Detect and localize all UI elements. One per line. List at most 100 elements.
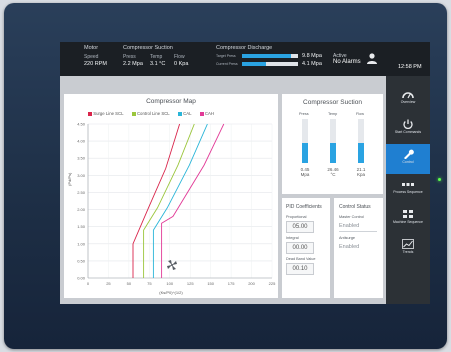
compressor-map-panel: Compressor Map Surge Line SCL Control Li…: [64, 94, 278, 298]
top-status-bar: Motor Speed 220 RPM Compressor Suction P…: [60, 42, 430, 76]
legend-swatch-cah: [199, 111, 204, 116]
target-press-fill: [242, 54, 292, 58]
nav-label-control: Control: [402, 160, 414, 164]
compressor-map-chart[interactable]: 0.00 0.50 1.00 1.50 2.00 2.50 3.00 3.50 4.00 4.50…: [64, 118, 278, 298]
flow-label: Flow: [174, 54, 185, 60]
hmi-screen: Motor Speed 220 RPM Compressor Suction P…: [60, 42, 430, 304]
press-label: Press: [123, 54, 136, 60]
trend-icon: [402, 239, 414, 249]
suction-flow-readout: 21.1 Kpa: [352, 167, 370, 177]
suction-title: Compressor Suction: [303, 99, 362, 106]
press-value: 2.2 Mpa: [123, 61, 143, 67]
compressor-suction-label: Compressor Suction: [123, 45, 173, 51]
chart-y-axis-label: (Pd/Ps): [67, 172, 72, 186]
pid-coefficients-panel: PID Coefficients Proportional 05.00 Inte…: [282, 198, 330, 298]
x-tick-label: 150: [207, 281, 214, 286]
deadband-label: Dead Band Value: [286, 257, 316, 261]
legend-label-surge: Surge Line SCL: [93, 111, 124, 116]
current-press-bar: [242, 62, 298, 66]
nav-item-start-commands[interactable]: Start Commands: [386, 114, 430, 144]
antisurge-value[interactable]: Enabled: [339, 244, 359, 250]
nav-sidebar: Overview Start Commands Control Process …: [386, 76, 430, 304]
current-press-label: Current Press: [216, 62, 238, 66]
master-control-value[interactable]: Enabled: [339, 223, 359, 229]
legend-swatch-cal: [177, 111, 182, 116]
compressor-suction-panel: Compressor Suction Press Temp Flow 0.45 M…: [282, 94, 383, 194]
control-status-title: Control Status: [339, 204, 371, 210]
sequence-icon: [402, 179, 414, 189]
compressor-discharge-label: Compressor Discharge: [216, 45, 273, 51]
clock: 12:58 PM: [398, 64, 422, 70]
master-control-label: Master Control: [339, 215, 364, 219]
temp-label: Temp: [150, 54, 163, 60]
nav-label-start-commands: Start Commands: [394, 130, 422, 134]
series-line-surge-line-scl: [132, 123, 181, 278]
y-tick-label: 1.00: [77, 241, 86, 246]
alarm-value[interactable]: No Alarms: [333, 59, 361, 65]
suction-temp-gauge: [330, 119, 336, 163]
flow-value: 0 Kpa: [174, 61, 189, 67]
chart-legend: Surge Line SCL Control Line SCL CAL CAH: [88, 111, 278, 118]
x-tick-label: 125: [187, 281, 194, 286]
suction-press-label: Press: [299, 112, 309, 116]
nav-item-process-sequence[interactable]: Process Sequence: [386, 174, 430, 204]
y-tick-label: 2.50: [77, 190, 86, 195]
suction-flow-unit: Kpa: [356, 172, 365, 177]
user-icon[interactable]: [366, 51, 378, 64]
speed-value: 220 RPM: [84, 61, 107, 67]
nav-item-machine-sequence[interactable]: Machine Sequence: [386, 204, 430, 234]
suction-temp-readout: 26.46 °C: [324, 167, 342, 177]
status-led: [438, 178, 441, 181]
legend-label-cal: CAL: [183, 111, 192, 116]
nav-item-control[interactable]: Control: [386, 144, 430, 174]
target-press-label: Target Press: [216, 54, 236, 58]
speed-label: Speed: [84, 54, 99, 60]
nav-item-trends[interactable]: Trends: [386, 234, 430, 264]
current-press-value: 4.1 Mpa: [302, 61, 322, 67]
suction-press-readout: 0.45 Mpa: [296, 167, 314, 177]
legend-swatch-control: [131, 111, 136, 116]
suction-press-unit: Mpa: [300, 172, 310, 177]
y-tick-label: 3.50: [77, 156, 86, 161]
legend-label-cah: CAH: [204, 111, 214, 116]
x-tick-label: 75: [147, 281, 152, 286]
gauge-icon: [402, 89, 414, 99]
fan-icon[interactable]: [166, 258, 178, 270]
nav-label-overview: Overview: [400, 100, 416, 104]
integral-input[interactable]: 00.00: [286, 242, 314, 254]
suction-flow-fill: [358, 143, 364, 163]
x-tick-label: 225: [269, 281, 276, 286]
deadband-input[interactable]: 00.10: [286, 263, 314, 275]
temp-value: 3.1 °C: [150, 61, 166, 67]
machine-icon: [402, 209, 414, 219]
control-status-panel: Control Status Master Control Enabled An…: [334, 198, 383, 298]
suction-temp-fill: [330, 143, 336, 163]
chart-x-axis-label: (Ks/P0)^(1/2): [159, 290, 183, 295]
compressor-map-title: Compressor Map: [146, 98, 196, 105]
power-icon: [402, 119, 414, 130]
suction-flow-label: Flow: [356, 112, 365, 116]
status-divider: [339, 231, 377, 232]
x-tick-label: 0: [87, 281, 90, 286]
x-tick-label: 25: [106, 281, 111, 286]
y-tick-label: 0.50: [77, 258, 86, 263]
nav-label-process-sequence: Process Sequence: [393, 190, 423, 194]
target-press-value: 9.8 Mpa: [302, 53, 322, 59]
y-tick-label: 0.00: [77, 276, 86, 281]
nav-item-overview[interactable]: Overview: [386, 84, 430, 114]
current-press-fill: [242, 62, 266, 66]
y-tick-label: 4.00: [77, 139, 86, 144]
suction-press-gauge: [302, 119, 308, 163]
suction-temp-unit: °C: [330, 172, 336, 177]
integral-label: Integral: [286, 236, 299, 240]
suction-press-fill: [302, 143, 308, 163]
proportional-input[interactable]: 05.00: [286, 221, 314, 233]
legend-label-control: Control Line SCL: [136, 111, 170, 116]
y-tick-label: 2.00: [77, 207, 86, 212]
x-tick-label: 100: [166, 281, 173, 286]
proportional-label: Proportional: [286, 215, 307, 219]
nav-label-trends: Trends: [402, 250, 414, 254]
suction-flow-gauge: [358, 119, 364, 163]
suction-temp-label: Temp: [328, 112, 338, 116]
wrench-icon: [402, 149, 414, 160]
